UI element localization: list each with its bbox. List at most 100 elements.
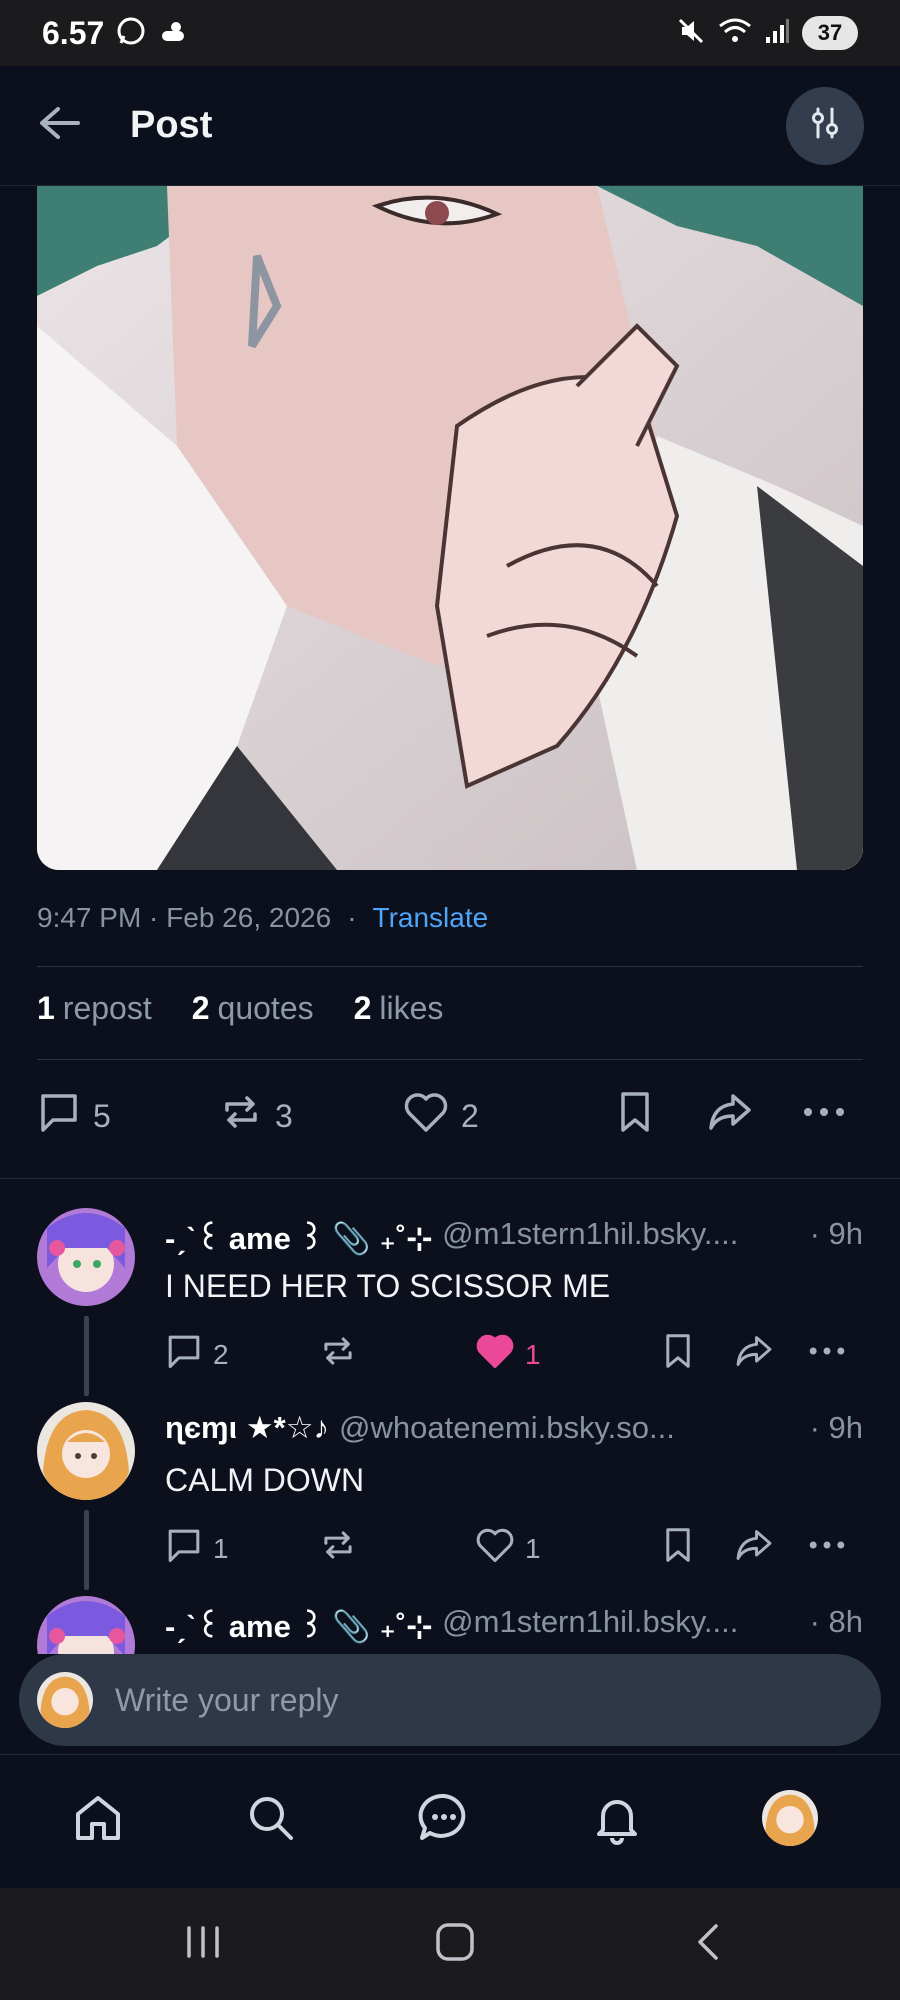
reply-count: 2 — [213, 1338, 229, 1370]
reply-actions: 2 1 — [165, 1332, 863, 1376]
reposts-count: 1 — [37, 990, 55, 1026]
bookmark-icon — [661, 1332, 695, 1377]
heart-icon — [475, 1526, 515, 1571]
reply-timestamp: · 9h — [809, 1216, 863, 1251]
weather-icon — [158, 16, 188, 51]
back-arrow-icon[interactable] — [36, 103, 82, 148]
reply-button[interactable]: 1 — [165, 1526, 229, 1571]
reposts-stat[interactable]: 1 repost — [37, 990, 152, 1027]
status-time: 6.57 — [42, 14, 105, 51]
avatar[interactable] — [37, 1208, 135, 1306]
nav-home[interactable] — [63, 1785, 133, 1855]
more-options-button[interactable] — [807, 1332, 847, 1377]
reply-icon — [37, 1090, 81, 1142]
reply-item[interactable]: -ˏˋ꒰ ame ꒱ 📎 ₊˚⊹ @m1stern1hil.bsky.... ·… — [0, 1596, 900, 1654]
nav-profile[interactable] — [755, 1785, 825, 1855]
home-square-icon — [434, 1921, 476, 1968]
author-name[interactable]: ɳєɱι ★*☆♪ — [165, 1410, 329, 1446]
reply-composer[interactable]: Write your reply — [19, 1654, 881, 1746]
author-name[interactable]: -ˏˋ꒰ ame ꒱ 📎 ₊˚⊹ — [165, 1216, 432, 1257]
nav-chat[interactable] — [409, 1785, 479, 1855]
likes-count: 2 — [353, 990, 372, 1026]
reply-count: 1 — [213, 1532, 229, 1564]
post-stats: 1 repost 2 quotes 2 likes — [37, 990, 443, 1027]
thread-line — [84, 1316, 89, 1396]
bookmark-button[interactable] — [661, 1332, 695, 1377]
ellipsis-icon — [807, 1332, 847, 1377]
reply-count: 5 — [93, 1097, 111, 1134]
home-icon — [70, 1790, 126, 1851]
battery-indicator: 37 — [802, 16, 858, 50]
author-name[interactable]: -ˏˋ꒰ ame ꒱ 📎 ₊˚⊹ — [165, 1604, 432, 1645]
bookmark-button[interactable] — [661, 1526, 695, 1571]
page-title: Post — [130, 104, 213, 146]
recents-button[interactable] — [173, 1916, 233, 1972]
likes-stat[interactable]: 2 likes — [354, 990, 444, 1027]
nav-search[interactable] — [236, 1785, 306, 1855]
bell-icon — [589, 1790, 645, 1851]
likes-label: likes — [379, 990, 444, 1026]
recents-icon — [183, 1922, 223, 1967]
like-button[interactable]: 1 — [475, 1526, 541, 1571]
avatar — [762, 1789, 818, 1851]
author-handle[interactable]: @m1stern1hil.bsky.... — [442, 1604, 799, 1645]
ellipsis-icon — [801, 1090, 847, 1142]
repost-icon — [219, 1090, 263, 1142]
signal-icon — [764, 17, 790, 50]
share-icon — [733, 1526, 775, 1571]
like-count: 1 — [525, 1532, 541, 1564]
reply-button[interactable]: 2 — [165, 1332, 229, 1377]
avatar[interactable] — [37, 1596, 135, 1654]
repost-icon — [319, 1332, 357, 1377]
bookmark-icon — [615, 1090, 655, 1142]
repost-button[interactable] — [319, 1526, 367, 1571]
reply-timestamp: · 8h — [809, 1604, 863, 1639]
reply-item[interactable]: -ˏˋ꒰ ame ꒱ 📎 ₊˚⊹ @m1stern1hil.bsky.... ·… — [0, 1208, 900, 1398]
repost-button[interactable]: 3 — [219, 1090, 293, 1142]
author-handle[interactable]: @whoatenemi.bsky.so... — [339, 1410, 800, 1446]
chat-icon — [416, 1790, 472, 1851]
nav-notifications[interactable] — [582, 1785, 652, 1855]
reply-icon — [165, 1526, 203, 1571]
repost-icon — [319, 1526, 357, 1571]
search-icon — [243, 1790, 299, 1851]
quotes-label: quotes — [217, 990, 314, 1026]
mute-icon — [676, 16, 706, 51]
reply-item[interactable]: ɳєɱι ★*☆♪ @whoatenemi.bsky.so... · 9h CA… — [0, 1402, 900, 1592]
avatar[interactable] — [37, 1402, 135, 1500]
thread-line — [84, 1510, 89, 1590]
share-icon — [733, 1332, 775, 1377]
bookmark-button[interactable] — [615, 1090, 655, 1142]
heart-icon — [403, 1090, 449, 1142]
reply-icon — [165, 1332, 203, 1377]
whatsapp-icon — [116, 16, 146, 51]
meta-separator: · — [347, 902, 357, 933]
chevron-left-icon — [690, 1922, 730, 1967]
quotes-stat[interactable]: 2 quotes — [192, 990, 314, 1027]
like-button[interactable]: 1 — [475, 1332, 541, 1377]
translate-link[interactable]: Translate — [373, 902, 489, 934]
thread-settings-button[interactable] — [786, 86, 864, 165]
bookmark-icon — [661, 1526, 695, 1571]
more-options-button[interactable] — [801, 1090, 847, 1142]
repost-button[interactable] — [319, 1332, 367, 1377]
share-button[interactable] — [705, 1090, 755, 1142]
more-options-button[interactable] — [807, 1526, 847, 1571]
home-button[interactable] — [425, 1916, 485, 1972]
section-divider — [0, 1178, 900, 1179]
system-navigation-bar — [0, 1888, 900, 2000]
reply-input-placeholder[interactable]: Write your reply — [115, 1682, 338, 1719]
share-button[interactable] — [733, 1332, 775, 1377]
like-button[interactable]: 2 — [403, 1090, 479, 1142]
divider — [37, 1059, 863, 1060]
back-button[interactable] — [680, 1916, 740, 1972]
sliders-icon — [808, 106, 842, 145]
share-button[interactable] — [733, 1526, 775, 1571]
post-image[interactable] — [37, 186, 863, 870]
repost-count: 3 — [275, 1097, 293, 1134]
reply-button[interactable]: 5 — [37, 1090, 111, 1142]
wifi-icon — [718, 16, 752, 51]
heart-filled-icon — [475, 1332, 515, 1377]
reply-text: I NEED HER TO SCISSOR ME — [165, 1268, 611, 1304]
author-handle[interactable]: @m1stern1hil.bsky.... — [442, 1216, 799, 1257]
